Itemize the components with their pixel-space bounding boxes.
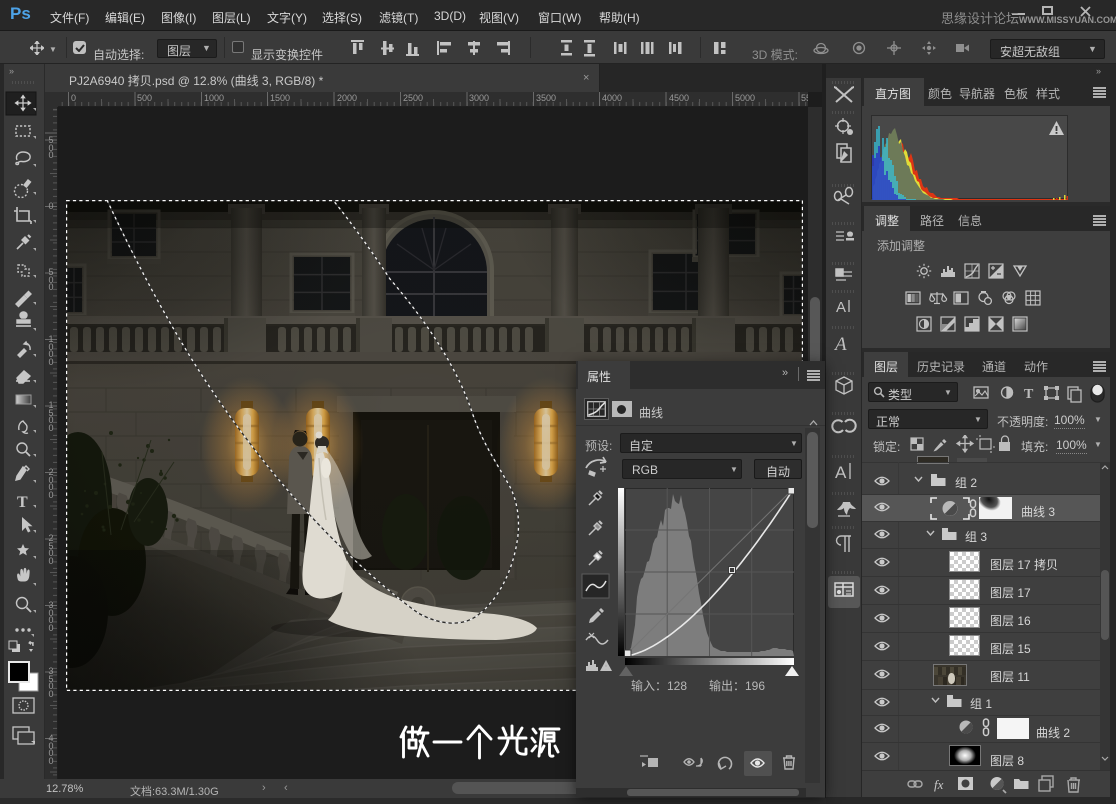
svg-text:A: A <box>836 299 846 316</box>
svg-text:A: A <box>835 463 847 482</box>
svg-text:T: T <box>17 494 28 511</box>
svg-text:T: T <box>1024 387 1034 402</box>
svg-text:fx: fx <box>934 777 944 792</box>
svg-text:A: A <box>833 334 847 355</box>
